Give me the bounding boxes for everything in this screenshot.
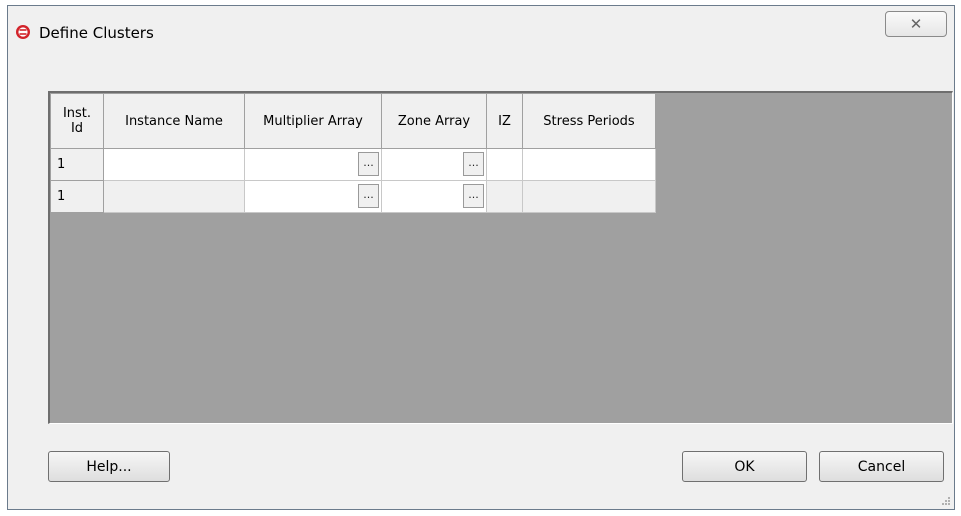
multiplier-array-cell[interactable]: ... — [244, 148, 382, 181]
table-row: 1 ... ... — [50, 148, 656, 181]
inst-id-cell[interactable]: 1 — [50, 180, 104, 213]
instance-name-cell[interactable] — [103, 148, 245, 181]
zone-array-cell[interactable]: ... — [381, 180, 487, 213]
inst-id-cell[interactable]: 1 — [50, 148, 104, 181]
column-header-multiplier-array[interactable]: Multiplier Array — [244, 93, 382, 149]
browse-button[interactable]: ... — [358, 152, 379, 176]
column-header-instance-name[interactable]: Instance Name — [103, 93, 245, 149]
ok-button[interactable]: OK — [682, 451, 807, 482]
browse-button[interactable]: ... — [358, 184, 379, 208]
browse-button[interactable]: ... — [463, 184, 484, 208]
zone-array-cell[interactable]: ... — [381, 148, 487, 181]
stress-periods-cell[interactable] — [522, 180, 656, 213]
close-button[interactable]: ✕ — [885, 11, 947, 37]
cancel-button[interactable]: Cancel — [819, 451, 944, 482]
iz-cell[interactable] — [486, 180, 523, 213]
close-icon: ✕ — [909, 15, 923, 33]
clusters-table: Inst. Id Instance Name Multiplier Array … — [50, 93, 656, 213]
resize-grip-icon[interactable] — [941, 496, 951, 506]
clusters-grid[interactable]: Inst. Id Instance Name Multiplier Array … — [48, 91, 953, 424]
stress-periods-cell[interactable] — [522, 148, 656, 181]
help-button[interactable]: Help... — [48, 451, 170, 482]
column-header-zone-array[interactable]: Zone Array — [381, 93, 487, 149]
window-title: Define Clusters — [39, 24, 154, 42]
title-bar: Define Clusters ✕ — [8, 6, 954, 58]
define-clusters-dialog: Define Clusters ✕ Inst. Id Instance Name — [7, 5, 955, 510]
column-header-iz[interactable]: IZ — [486, 93, 523, 149]
column-header-inst-id[interactable]: Inst. Id — [50, 93, 104, 149]
iz-cell[interactable] — [486, 148, 523, 181]
table-row: 1 ... ... — [50, 180, 656, 213]
header-row: Inst. Id Instance Name Multiplier Array … — [50, 93, 656, 149]
browse-button[interactable]: ... — [463, 152, 484, 176]
instance-name-cell[interactable] — [103, 180, 245, 213]
column-header-stress-periods[interactable]: Stress Periods — [522, 93, 656, 149]
app-logo-icon — [16, 25, 30, 39]
multiplier-array-cell[interactable]: ... — [244, 180, 382, 213]
